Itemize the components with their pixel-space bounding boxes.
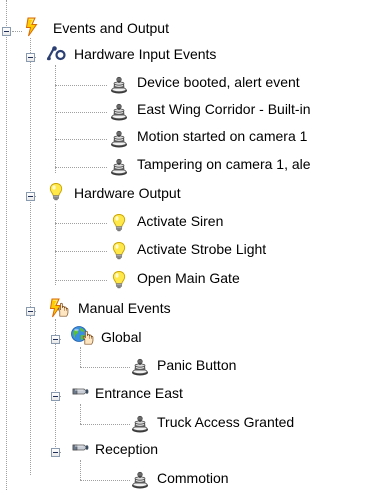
tree-item-motion-started[interactable]: Motion started on camera 1 xyxy=(136,126,378,146)
collapse-toggle-global[interactable] xyxy=(51,335,60,344)
tree-connector xyxy=(12,31,22,32)
camera-icon xyxy=(70,438,90,458)
tree-item-activate-siren[interactable]: Activate Siren xyxy=(136,211,225,231)
tree-item-truck-access-granted[interactable]: Truck Access Granted xyxy=(156,412,296,432)
tree-connector xyxy=(30,38,31,475)
tree-item-events-and-output[interactable]: Events and Output xyxy=(52,18,170,38)
tree-connector xyxy=(55,280,107,281)
event-icon xyxy=(130,414,150,434)
input-events-icon xyxy=(46,43,66,63)
hand-cursor-icon xyxy=(80,329,96,345)
collapse-toggle-entrance-east[interactable] xyxy=(51,392,60,401)
tree-connector xyxy=(80,347,81,367)
collapse-toggle-manual-events[interactable] xyxy=(26,307,35,316)
event-icon xyxy=(130,470,150,490)
collapse-toggle-hardware-output[interactable] xyxy=(26,192,35,201)
tree-item-manual-events[interactable]: Manual Events xyxy=(77,298,172,318)
tree-connector xyxy=(55,251,107,252)
light-bulb-icon xyxy=(46,182,66,202)
tree-item-global[interactable]: Global xyxy=(100,327,143,347)
tree-connector xyxy=(55,85,107,86)
event-icon xyxy=(109,129,129,149)
tree-item-reception[interactable]: Reception xyxy=(94,439,160,459)
hand-cursor-icon xyxy=(55,301,71,317)
collapse-toggle-reception[interactable] xyxy=(51,448,60,457)
tree-connector xyxy=(80,424,130,425)
tree-connector xyxy=(55,139,107,140)
tree-connector xyxy=(80,480,130,481)
event-icon xyxy=(109,75,129,95)
tree-item-panic-button[interactable]: Panic Button xyxy=(156,355,238,375)
tree-item-east-wing-corridor[interactable]: East Wing Corridor - Built-in xyxy=(136,99,378,119)
events-tree: Events and Output Hardware Input Events … xyxy=(0,0,380,490)
lightning-folder-icon xyxy=(22,17,42,37)
tree-item-open-main-gate[interactable]: Open Main Gate xyxy=(136,268,241,288)
event-icon xyxy=(130,357,150,377)
tree-item-hardware-input-events[interactable]: Hardware Input Events xyxy=(73,44,218,64)
tree-connector xyxy=(80,367,130,368)
tree-connector xyxy=(80,460,81,480)
collapse-toggle-events-and-output[interactable] xyxy=(2,27,11,36)
tree-item-tampering-camera-1[interactable]: Tampering on camera 1, ale xyxy=(136,154,378,174)
event-icon xyxy=(109,102,129,122)
tree-item-device-booted[interactable]: Device booted, alert event xyxy=(136,72,378,92)
tree-connector xyxy=(55,167,107,168)
event-icon xyxy=(109,157,129,177)
light-bulb-icon xyxy=(109,241,129,261)
collapse-toggle-hardware-input-events[interactable] xyxy=(26,53,35,62)
tree-connector xyxy=(6,0,7,490)
light-bulb-icon xyxy=(109,270,129,290)
tree-connector xyxy=(55,112,107,113)
tree-item-activate-strobe-light[interactable]: Activate Strobe Light xyxy=(136,239,268,259)
tree-connector xyxy=(55,65,56,173)
tree-connector xyxy=(80,404,81,424)
camera-icon xyxy=(70,382,90,402)
tree-item-hardware-output[interactable]: Hardware Output xyxy=(73,183,182,203)
tree-connector xyxy=(55,223,107,224)
tree-item-commotion[interactable]: Commotion xyxy=(156,468,230,488)
tree-item-entrance-east[interactable]: Entrance East xyxy=(94,383,184,403)
light-bulb-icon xyxy=(109,213,129,233)
tree-connector xyxy=(55,204,56,285)
